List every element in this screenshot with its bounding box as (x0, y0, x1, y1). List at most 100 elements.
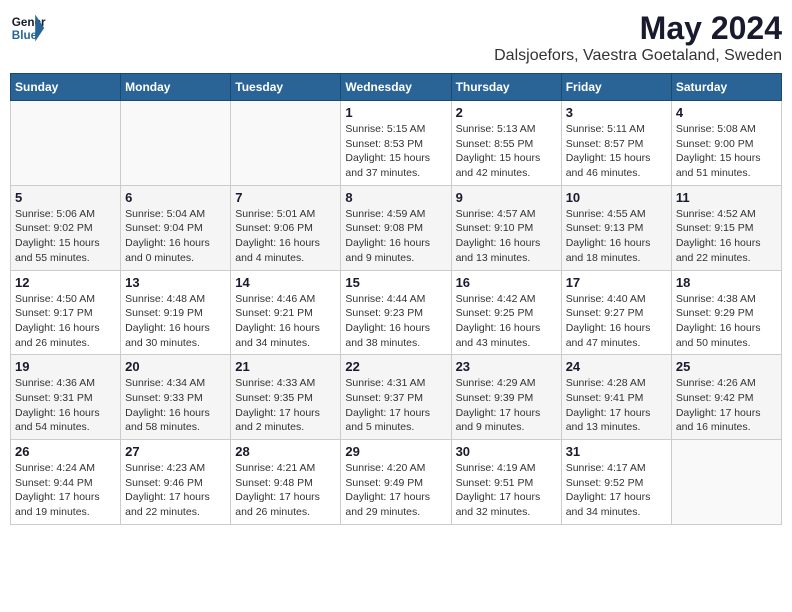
calendar-cell: 15 Sunrise: 4:44 AMSunset: 9:23 PMDayligh… (341, 270, 451, 355)
calendar-cell (11, 101, 121, 186)
page-header: General Blue May 2024 Dalsjoefors, Vaest… (10, 10, 782, 65)
calendar-cell: 17Sunrise: 4:40 AMSunset: 9:27 PMDayligh… (561, 270, 671, 355)
day-info: Sunrise: 4:20 AMSunset: 9:49 PMDaylight:… (345, 461, 446, 520)
calendar-table: SundayMondayTuesdayWednesdayThursdayFrid… (10, 73, 782, 525)
calendar-cell: 23Sunrise: 4:29 AMSunset: 9:39 PMDayligh… (451, 355, 561, 440)
day-info: Sunrise: 4:33 AMSunset: 9:35 PMDaylight:… (235, 376, 336, 435)
calendar-cell: 18 Sunrise: 4:38 AMSunset: 9:29 PMDayligh… (671, 270, 781, 355)
day-number: 26 (15, 444, 116, 459)
calendar-cell: 4Sunrise: 5:08 AMSunset: 9:00 PMDaylight… (671, 101, 781, 186)
weekday-header-tuesday: Tuesday (231, 74, 341, 101)
day-number: 15 (345, 275, 446, 290)
calendar-cell: 25Sunrise: 4:26 AMSunset: 9:42 PMDayligh… (671, 355, 781, 440)
day-info: Sunrise: 4:44 AMSunset: 9:23 PMDaylight:… (345, 292, 446, 351)
day-number: 24 (566, 359, 667, 374)
calendar-cell: 30Sunrise: 4:19 AMSunset: 9:51 PMDayligh… (451, 440, 561, 525)
day-number: 11 (676, 190, 777, 205)
day-number: 6 (125, 190, 226, 205)
calendar-cell: 10 Sunrise: 4:55 AMSunset: 9:13 PMDayligh… (561, 185, 671, 270)
day-info: Sunrise: 4:52 AMSunset: 9:15 PMDaylight:… (676, 207, 777, 266)
weekday-header-monday: Monday (121, 74, 231, 101)
calendar-cell: 5 Sunrise: 5:06 AMSunset: 9:02 PMDaylight… (11, 185, 121, 270)
day-number: 4 (676, 105, 777, 120)
day-info: Sunrise: 4:19 AMSunset: 9:51 PMDaylight:… (456, 461, 557, 520)
calendar-cell: 31 Sunrise: 4:17 AMSunset: 9:52 PMDayligh… (561, 440, 671, 525)
logo: General Blue (10, 10, 46, 46)
day-number: 23 (456, 359, 557, 374)
calendar-cell: 13Sunrise: 4:48 AMSunset: 9:19 PMDayligh… (121, 270, 231, 355)
day-number: 8 (345, 190, 446, 205)
weekday-header-row: SundayMondayTuesdayWednesdayThursdayFrid… (11, 74, 782, 101)
day-info: Sunrise: 4:23 AMSunset: 9:46 PMDaylight:… (125, 461, 226, 520)
location-title: Dalsjoefors, Vaestra Goetaland, Sweden (494, 47, 782, 65)
day-info: Sunrise: 4:59 AMSunset: 9:08 PMDaylight:… (345, 207, 446, 266)
day-number: 14 (235, 275, 336, 290)
calendar-cell: 11 Sunrise: 4:52 AMSunset: 9:15 PMDayligh… (671, 185, 781, 270)
day-info: Sunrise: 4:38 AMSunset: 9:29 PMDaylight:… (676, 292, 777, 351)
day-number: 28 (235, 444, 336, 459)
day-info: Sunrise: 4:57 AMSunset: 9:10 PMDaylight:… (456, 207, 557, 266)
day-info: Sunrise: 4:17 AMSunset: 9:52 PMDaylight:… (566, 461, 667, 520)
title-area: May 2024 Dalsjoefors, Vaestra Goetaland,… (494, 10, 782, 65)
calendar-cell: 28 Sunrise: 4:21 AMSunset: 9:48 PMDayligh… (231, 440, 341, 525)
month-title: May 2024 (494, 10, 782, 47)
calendar-cell: 29 Sunrise: 4:20 AMSunset: 9:49 PMDayligh… (341, 440, 451, 525)
day-number: 5 (15, 190, 116, 205)
calendar-cell: 27 Sunrise: 4:23 AMSunset: 9:46 PMDayligh… (121, 440, 231, 525)
calendar-cell: 8 Sunrise: 4:59 AMSunset: 9:08 PMDaylight… (341, 185, 451, 270)
calendar-cell (121, 101, 231, 186)
calendar-cell: 16Sunrise: 4:42 AMSunset: 9:25 PMDayligh… (451, 270, 561, 355)
calendar-cell: 26 Sunrise: 4:24 AMSunset: 9:44 PMDayligh… (11, 440, 121, 525)
calendar-cell: 3Sunrise: 5:11 AMSunset: 8:57 PMDaylight… (561, 101, 671, 186)
calendar-cell: 14 Sunrise: 4:46 AMSunset: 9:21 PMDayligh… (231, 270, 341, 355)
day-info: Sunrise: 5:01 AMSunset: 9:06 PMDaylight:… (235, 207, 336, 266)
day-info: Sunrise: 5:11 AMSunset: 8:57 PMDaylight:… (566, 122, 667, 181)
weekday-header-saturday: Saturday (671, 74, 781, 101)
day-info: Sunrise: 4:50 AMSunset: 9:17 PMDaylight:… (15, 292, 116, 351)
day-info: Sunrise: 4:42 AMSunset: 9:25 PMDaylight:… (456, 292, 557, 351)
day-number: 27 (125, 444, 226, 459)
day-number: 18 (676, 275, 777, 290)
day-info: Sunrise: 4:34 AMSunset: 9:33 PMDaylight:… (125, 376, 226, 435)
calendar-cell: 7 Sunrise: 5:01 AMSunset: 9:06 PMDaylight… (231, 185, 341, 270)
calendar-cell: 21 Sunrise: 4:33 AMSunset: 9:35 PMDayligh… (231, 355, 341, 440)
day-info: Sunrise: 4:26 AMSunset: 9:42 PMDaylight:… (676, 376, 777, 435)
day-number: 12 (15, 275, 116, 290)
day-number: 2 (456, 105, 557, 120)
day-info: Sunrise: 5:06 AMSunset: 9:02 PMDaylight:… (15, 207, 116, 266)
day-info: Sunrise: 5:04 AMSunset: 9:04 PMDaylight:… (125, 207, 226, 266)
day-number: 29 (345, 444, 446, 459)
day-info: Sunrise: 4:24 AMSunset: 9:44 PMDaylight:… (15, 461, 116, 520)
logo-icon: General Blue (10, 10, 46, 46)
weekday-header-wednesday: Wednesday (341, 74, 451, 101)
week-row-5: 26 Sunrise: 4:24 AMSunset: 9:44 PMDayligh… (11, 440, 782, 525)
day-info: Sunrise: 5:13 AMSunset: 8:55 PMDaylight:… (456, 122, 557, 181)
day-info: Sunrise: 4:21 AMSunset: 9:48 PMDaylight:… (235, 461, 336, 520)
day-number: 13 (125, 275, 226, 290)
day-number: 9 (456, 190, 557, 205)
day-info: Sunrise: 4:36 AMSunset: 9:31 PMDaylight:… (15, 376, 116, 435)
day-number: 7 (235, 190, 336, 205)
day-info: Sunrise: 5:15 AMSunset: 8:53 PMDaylight:… (345, 122, 446, 181)
svg-text:Blue: Blue (12, 29, 38, 42)
calendar-cell: 9 Sunrise: 4:57 AMSunset: 9:10 PMDaylight… (451, 185, 561, 270)
day-number: 31 (566, 444, 667, 459)
week-row-3: 12 Sunrise: 4:50 AMSunset: 9:17 PMDayligh… (11, 270, 782, 355)
weekday-header-friday: Friday (561, 74, 671, 101)
week-row-4: 19 Sunrise: 4:36 AMSunset: 9:31 PMDayligh… (11, 355, 782, 440)
calendar-cell: 2 Sunrise: 5:13 AMSunset: 8:55 PMDaylight… (451, 101, 561, 186)
day-number: 21 (235, 359, 336, 374)
weekday-header-thursday: Thursday (451, 74, 561, 101)
day-number: 1 (345, 105, 446, 120)
calendar-cell: 19 Sunrise: 4:36 AMSunset: 9:31 PMDayligh… (11, 355, 121, 440)
day-number: 10 (566, 190, 667, 205)
day-number: 19 (15, 359, 116, 374)
calendar-cell: 20Sunrise: 4:34 AMSunset: 9:33 PMDayligh… (121, 355, 231, 440)
calendar-cell (671, 440, 781, 525)
day-info: Sunrise: 4:46 AMSunset: 9:21 PMDaylight:… (235, 292, 336, 351)
calendar-cell: 12 Sunrise: 4:50 AMSunset: 9:17 PMDayligh… (11, 270, 121, 355)
day-info: Sunrise: 4:31 AMSunset: 9:37 PMDaylight:… (345, 376, 446, 435)
day-number: 17 (566, 275, 667, 290)
day-number: 22 (345, 359, 446, 374)
day-info: Sunrise: 4:55 AMSunset: 9:13 PMDaylight:… (566, 207, 667, 266)
